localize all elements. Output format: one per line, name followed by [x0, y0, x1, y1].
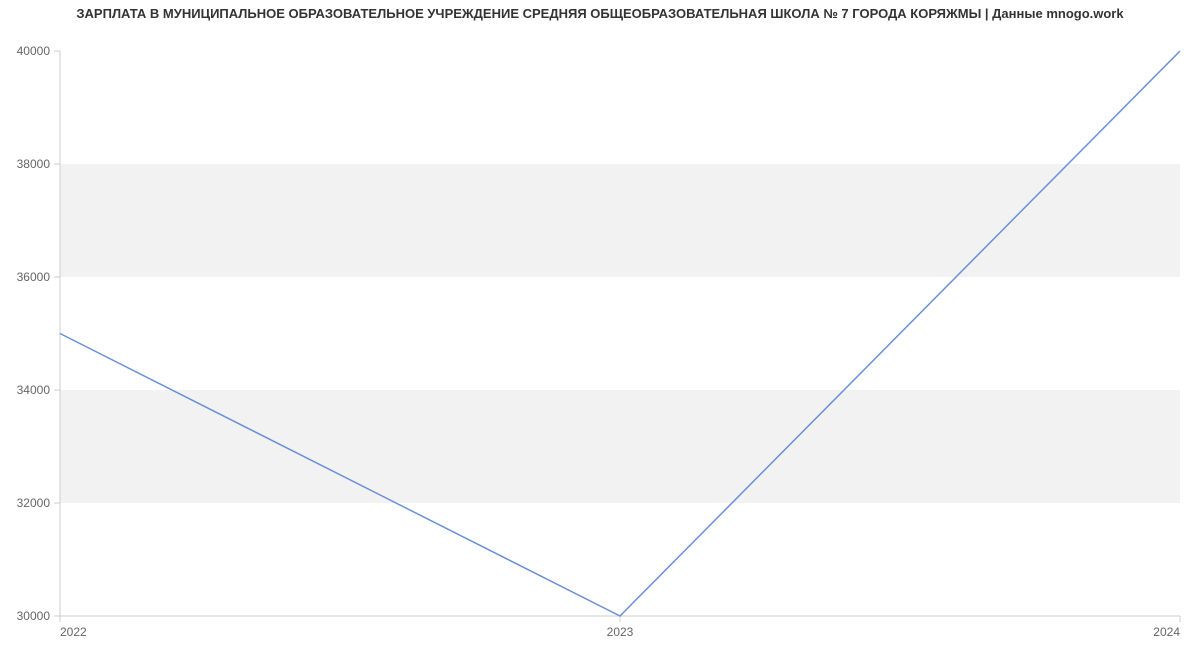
y-tick-label: 38000 [17, 157, 51, 171]
x-tick-label: 2024 [1153, 625, 1180, 639]
data-line [60, 51, 1180, 616]
chart-title: ЗАРПЛАТА В МУНИЦИПАЛЬНОЕ ОБРАЗОВАТЕЛЬНОЕ… [0, 0, 1200, 21]
y-tick-label: 40000 [17, 44, 51, 58]
chart-area: 30000 32000 34000 36000 38000 40000 2022 2023 20… [0, 21, 1200, 651]
chart-svg: 30000 32000 34000 36000 38000 40000 2022 2023 20… [0, 21, 1200, 641]
y-tick-label: 32000 [17, 496, 51, 510]
y-tick-label: 30000 [17, 609, 51, 623]
x-tick-label: 2023 [607, 625, 634, 639]
y-tick-label: 36000 [17, 270, 51, 284]
y-tick-label: 34000 [17, 383, 51, 397]
grid-band [60, 390, 1180, 503]
x-tick-label: 2022 [60, 625, 87, 639]
